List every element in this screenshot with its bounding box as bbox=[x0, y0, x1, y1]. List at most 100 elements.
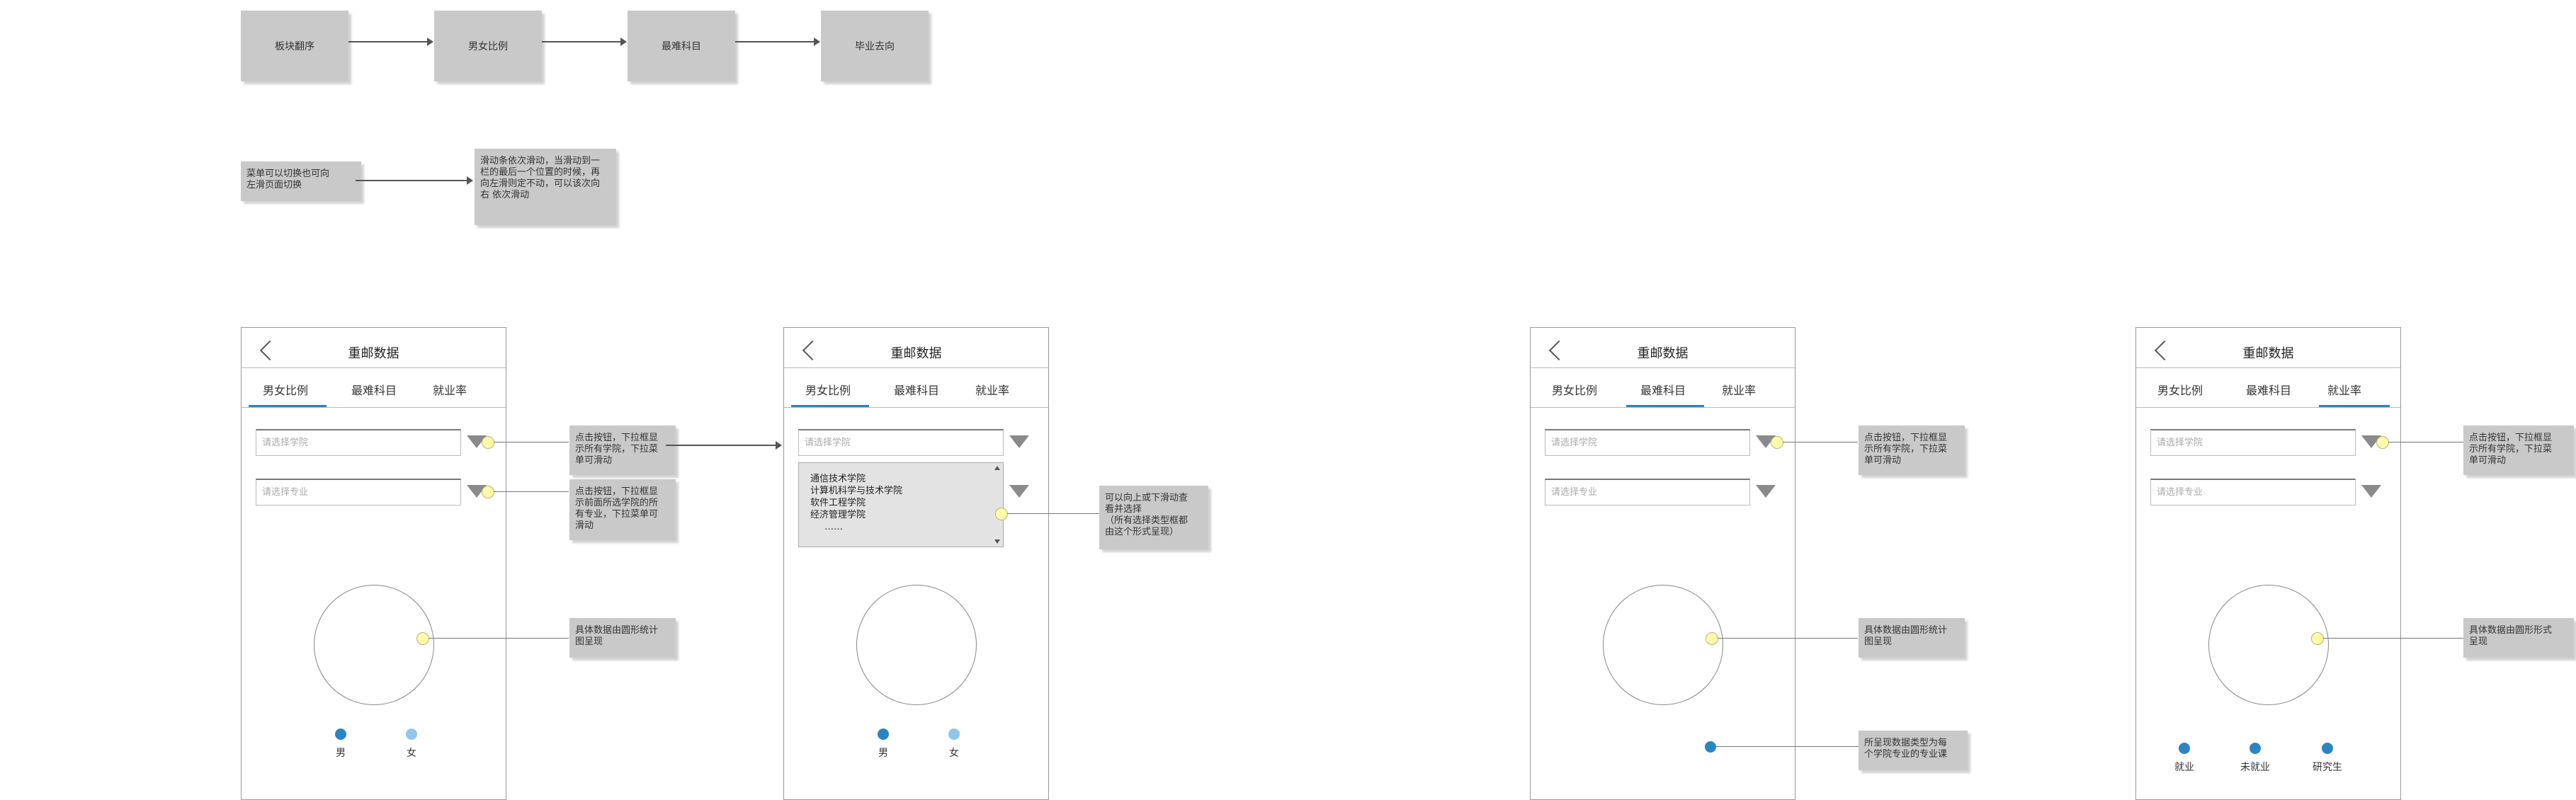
annotation-marker bbox=[2311, 632, 2324, 645]
dropdown-item[interactable]: 通信技术学院 bbox=[810, 473, 992, 485]
college-select[interactable]: 请选择学院 bbox=[2150, 429, 2356, 456]
legend-label-male: 男 bbox=[878, 748, 888, 759]
note-pie-chart: 具体数据由圆形形式 呈现 bbox=[2463, 618, 2574, 658]
note-pie-chart: 具体数据由圆形统计 图呈现 bbox=[569, 618, 676, 658]
pie-chart bbox=[2208, 585, 2329, 705]
dropdown-item-more: …… bbox=[824, 522, 843, 532]
note-college-dropdown: 点击按钮，下拉框显 示所有学院，下拉菜 单可滑动 bbox=[1859, 425, 1965, 475]
data-point-dot bbox=[1705, 741, 1716, 753]
college-select[interactable]: 请选择学院 bbox=[256, 429, 461, 456]
annotation-marker bbox=[416, 632, 429, 645]
scroll-up-icon[interactable] bbox=[994, 466, 1000, 470]
flow-arrow bbox=[735, 38, 820, 46]
note-college-dropdown: 点击按钮，下拉框显 示所有学院，下拉菜 单可滑动 bbox=[2463, 425, 2574, 475]
annotation-line bbox=[429, 638, 569, 639]
divider bbox=[2136, 407, 2400, 408]
legend-dot-male bbox=[878, 728, 889, 740]
flow-step-label: 板块翻序 bbox=[275, 41, 314, 52]
note-college-dropdown: 点击按钮，下拉框显 示所有学院，下拉菜 单可滑动 bbox=[569, 425, 676, 475]
tab-employment-rate[interactable]: 就业率 bbox=[433, 381, 467, 398]
phone-screen-1: 重邮数据 男女比例 最难科目 就业率 请选择学院 请选择专业 男 女 bbox=[241, 327, 506, 800]
divider bbox=[242, 407, 506, 408]
dropdown-scrollbar[interactable] bbox=[994, 466, 1000, 544]
legend-dot-employed bbox=[2179, 743, 2190, 754]
page-title: 重邮数据 bbox=[890, 346, 942, 361]
legend-dot-female bbox=[406, 728, 417, 740]
tab-hardest-subject[interactable]: 最难科目 bbox=[894, 381, 939, 398]
flow-step-label: 最难科目 bbox=[662, 41, 701, 52]
annotation-marker bbox=[995, 508, 1008, 520]
note-major-dropdown: 点击按钮，下拉框显 示前面所选学院的所 有专业，下拉菜单可 滑动 bbox=[569, 479, 676, 540]
flow-step-label: 毕业去向 bbox=[855, 41, 895, 52]
college-dropdown-icon[interactable] bbox=[1009, 435, 1029, 448]
tab-hardest-subject[interactable]: 最难科目 bbox=[1640, 381, 1686, 398]
college-select[interactable]: 请选择学院 bbox=[1545, 429, 1750, 456]
annotation-marker bbox=[2376, 436, 2389, 449]
annotation-line bbox=[494, 491, 569, 492]
legend-dot-male bbox=[335, 728, 346, 740]
college-dropdown-list[interactable]: 通信技术学院 计算机科学与技术学院 软件工程学院 经济管理学院 …… bbox=[798, 462, 1004, 547]
legend-label-female: 女 bbox=[407, 748, 416, 759]
pie-chart bbox=[856, 585, 977, 705]
flow-arrow bbox=[666, 441, 782, 450]
note-data-type: 所呈现数据类型为每 个学院专业的专业课 bbox=[1859, 731, 1968, 770]
flow-step-label: 男女比例 bbox=[468, 41, 508, 52]
tab-hardest-subject[interactable]: 最难科目 bbox=[351, 381, 397, 398]
flow-step-3: 最难科目 bbox=[628, 11, 735, 81]
annotation-marker bbox=[1771, 436, 1783, 449]
tab-gender-ratio[interactable]: 男女比例 bbox=[1552, 381, 1597, 398]
page-title: 重邮数据 bbox=[2242, 346, 2294, 361]
dropdown-item[interactable]: 经济管理学院 bbox=[810, 509, 992, 521]
tab-employment-rate[interactable]: 就业率 bbox=[2327, 381, 2361, 398]
legend-label-employed: 就业 bbox=[2174, 762, 2194, 773]
flow-arrow bbox=[348, 38, 433, 46]
tab-employment-rate[interactable]: 就业率 bbox=[975, 381, 1009, 398]
major-select[interactable]: 请选择专业 bbox=[1545, 479, 1750, 505]
major-dropdown-icon[interactable] bbox=[2361, 485, 2381, 498]
pie-chart bbox=[314, 585, 434, 705]
tab-employment-rate[interactable]: 就业率 bbox=[1722, 381, 1756, 398]
flow-step-4: 毕业去向 bbox=[821, 11, 929, 81]
legend-label-male: 男 bbox=[336, 748, 346, 759]
flow-step-1: 板块翻序 bbox=[241, 11, 348, 81]
phone-screen-2: 重邮数据 男女比例 最难科目 就业率 请选择学院 通信技术学院 计算机科学与技术… bbox=[783, 327, 1049, 800]
annotation-line bbox=[1718, 638, 1858, 639]
tab-bar: 男女比例 最难科目 就业率 bbox=[1531, 367, 1795, 407]
tab-bar: 男女比例 最难科目 就业率 bbox=[784, 367, 1048, 407]
annotation-line bbox=[2323, 638, 2463, 639]
legend-label-female: 女 bbox=[949, 748, 959, 759]
note-arrow bbox=[356, 176, 473, 185]
divider bbox=[1531, 407, 1795, 408]
flow-arrow bbox=[542, 38, 627, 46]
legend-dot-female bbox=[948, 728, 960, 740]
major-select[interactable]: 请选择专业 bbox=[2150, 479, 2356, 505]
major-dropdown-icon[interactable] bbox=[1756, 485, 1776, 498]
note-pie-chart: 具体数据由圆形统计 图呈现 bbox=[1859, 618, 1965, 658]
phone-screen-3: 重邮数据 男女比例 最难科目 就业率 请选择学院 请选择专业 bbox=[1530, 327, 1795, 800]
legend-dot-graduate bbox=[2322, 743, 2333, 754]
annotation-line bbox=[1007, 513, 1099, 514]
divider bbox=[784, 407, 1048, 408]
annotation-marker bbox=[482, 436, 494, 449]
dropdown-item[interactable]: 计算机科学与技术学院 bbox=[810, 485, 992, 497]
page-title: 重邮数据 bbox=[348, 346, 399, 361]
major-select[interactable]: 请选择专业 bbox=[256, 479, 461, 505]
note-scroll-select: 可以向上或下滑动查 看并选择 （所有选择类型框都 由这个形式呈现） bbox=[1099, 486, 1208, 549]
major-dropdown-icon[interactable] bbox=[1009, 485, 1029, 498]
tab-bar: 男女比例 最难科目 就业率 bbox=[242, 367, 506, 407]
tab-gender-ratio[interactable]: 男女比例 bbox=[805, 381, 851, 398]
tab-hardest-subject[interactable]: 最难科目 bbox=[2246, 381, 2291, 398]
tab-bar: 男女比例 最难科目 就业率 bbox=[2136, 367, 2400, 407]
tab-gender-ratio[interactable]: 男女比例 bbox=[2157, 381, 2203, 398]
flow-step-2: 男女比例 bbox=[434, 11, 542, 81]
annotation-line bbox=[1715, 746, 1859, 747]
legend-label-graduate: 研究生 bbox=[2313, 762, 2342, 773]
annotation-marker bbox=[482, 486, 494, 498]
note-scroll-rule: 滑动条依次滑动，当滑动到一 栏的最后一个位置的时候，再 向左滑则定不动，可以该次… bbox=[475, 149, 616, 225]
tab-gender-ratio[interactable]: 男女比例 bbox=[263, 381, 308, 398]
note-menu-switch: 菜单可以切换也可向 左滑页面切换 bbox=[241, 161, 361, 201]
college-select[interactable]: 请选择学院 bbox=[798, 429, 1004, 456]
scroll-down-icon[interactable] bbox=[994, 539, 1000, 544]
phone-screen-4: 重邮数据 男女比例 最难科目 就业率 请选择学院 请选择专业 就业 未就业 研究… bbox=[2135, 327, 2401, 800]
dropdown-item[interactable]: 软件工程学院 bbox=[810, 497, 992, 509]
